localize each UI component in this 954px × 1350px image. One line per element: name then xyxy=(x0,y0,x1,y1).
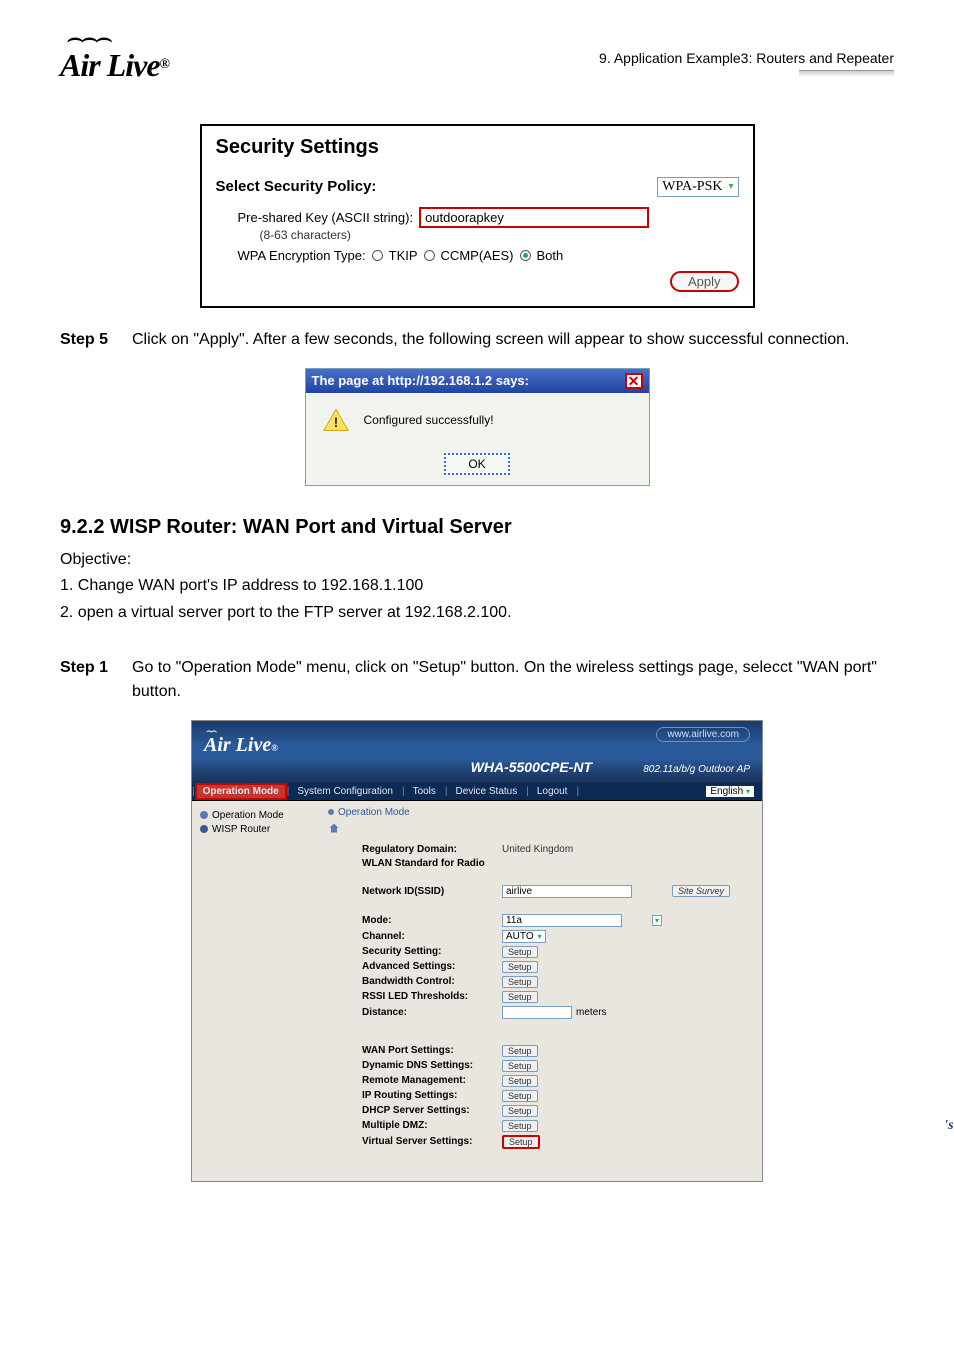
ddns-setup-button[interactable]: Setup xyxy=(502,1060,538,1072)
sidebar-operation-mode[interactable]: Operation Mode xyxy=(200,810,314,821)
radio-ccmp[interactable] xyxy=(424,250,435,261)
site-url-pill[interactable]: www.airlive.com xyxy=(656,727,750,742)
step1-text: Go to "Operation Mode" menu, click on "S… xyxy=(132,656,894,704)
dmz-setup-button[interactable]: Setup xyxy=(502,1120,538,1132)
breadcrumb: Operation Mode xyxy=(328,807,752,818)
apply-button[interactable]: Apply xyxy=(670,271,739,292)
advanced-setup-button[interactable]: Setup xyxy=(502,961,538,973)
enc-label: WPA Encryption Type: xyxy=(238,248,366,263)
objective-1: 1. Change WAN port's IP address to 192.1… xyxy=(60,575,894,597)
warning-icon: ! xyxy=(322,407,350,433)
manual-footer: 'ser's Manual xyxy=(944,1118,954,1134)
security-settings-panel: Security Settings Select Security Policy… xyxy=(200,124,755,308)
section-heading: 9.2.2 WISP Router: WAN Port and Virtual … xyxy=(60,516,894,539)
admin-ui: www.airlive.com ⌢⌢ Air Live® WHA-5500CPE… xyxy=(191,720,763,1182)
model-name: WHA-5500CPE-NT xyxy=(471,759,592,775)
home-icon xyxy=(328,822,340,834)
model-subtitle: 802.11a/b/g Outdoor AP xyxy=(643,764,750,775)
psk-label: Pre-shared Key (ASCII string): xyxy=(238,210,414,225)
rssi-setup-button[interactable]: Setup xyxy=(502,991,538,1003)
nav-system-config[interactable]: System Configuration xyxy=(289,783,402,800)
step1-label: Step 1 xyxy=(60,656,132,704)
ok-button[interactable]: OK xyxy=(444,453,509,475)
security-setup-button[interactable]: Setup xyxy=(502,946,538,958)
step5-label: Step 5 xyxy=(60,328,132,352)
nav-tools[interactable]: Tools xyxy=(405,783,445,800)
step5-text: Click on "Apply". After a few seconds, t… xyxy=(132,328,894,352)
ssid-input[interactable]: airlive xyxy=(502,885,632,898)
distance-input[interactable] xyxy=(502,1006,572,1019)
panel-title: Security Settings xyxy=(216,136,739,159)
language-select[interactable]: English ▾ xyxy=(706,786,754,797)
chapter-title: 9. Application Example3: Routers and Rep… xyxy=(599,50,894,66)
close-icon[interactable]: ✕ xyxy=(625,373,643,389)
policy-select[interactable]: WPA-PSK▾ xyxy=(657,177,738,197)
nav-logout[interactable]: Logout xyxy=(529,783,577,800)
chevron-down-icon: ▾ xyxy=(728,181,733,192)
psk-input[interactable] xyxy=(419,207,649,228)
sidebar-wisp-router[interactable]: WISP Router xyxy=(200,824,314,835)
psk-hint: (8-63 characters) xyxy=(260,228,739,242)
objective-label: Objective: xyxy=(60,549,894,571)
nav-device-status[interactable]: Device Status xyxy=(448,783,527,800)
policy-label: Select Security Policy: xyxy=(216,178,456,195)
objective-2: 2. open a virtual server port to the FTP… xyxy=(60,602,894,624)
dhcp-setup-button[interactable]: Setup xyxy=(502,1105,538,1117)
chevron-down-icon: ▾ xyxy=(746,787,750,796)
mode-select[interactable]: 11a xyxy=(502,914,622,927)
svg-text:!: ! xyxy=(333,414,338,430)
dialog-title: The page at http://192.168.1.2 says: xyxy=(312,373,529,388)
site-survey-button[interactable]: Site Survey xyxy=(672,885,730,897)
brand-logo: ⌢⌢⌢ Air Live® xyxy=(60,30,169,84)
wan-setup-button[interactable]: Setup xyxy=(502,1045,538,1057)
radio-both[interactable] xyxy=(520,250,531,261)
dialog-message: Configured successfully! xyxy=(364,413,494,427)
sidebar: Operation Mode WISP Router xyxy=(192,801,322,1181)
radio-tkip[interactable] xyxy=(372,250,383,261)
bandwidth-setup-button[interactable]: Setup xyxy=(502,976,538,988)
mode-chevron[interactable]: ▾ xyxy=(652,915,662,926)
alert-dialog: The page at http://192.168.1.2 says: ✕ !… xyxy=(305,368,650,486)
routing-setup-button[interactable]: Setup xyxy=(502,1090,538,1102)
remote-setup-button[interactable]: Setup xyxy=(502,1075,538,1087)
virtual-server-setup-button[interactable]: Setup xyxy=(502,1135,540,1149)
nav-operation-mode[interactable]: Operation Mode xyxy=(195,783,287,800)
channel-select[interactable]: AUTO▾ xyxy=(502,930,546,943)
